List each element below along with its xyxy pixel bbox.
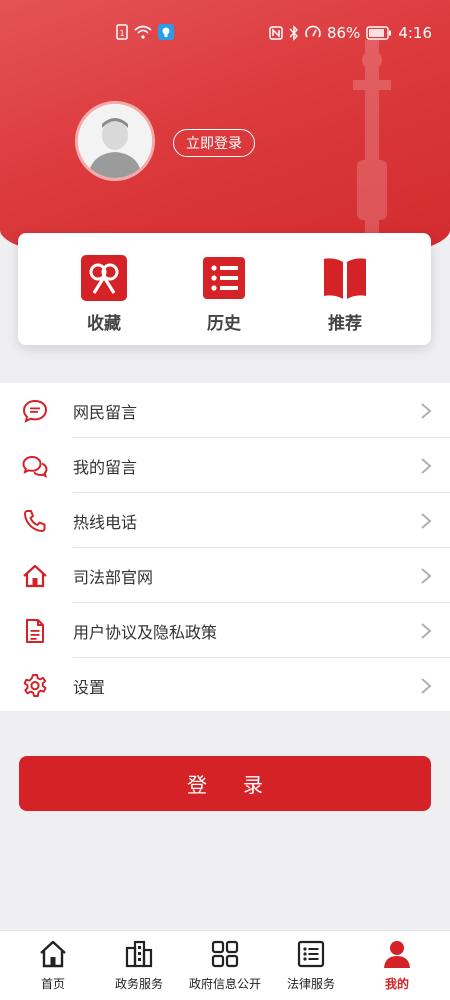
battery-percent: 86% [326,24,361,42]
menu-item-settings[interactable]: 设置 [0,658,450,713]
ribbon-icon [81,255,127,301]
nav-tab-mine[interactable]: 我的 [352,939,442,992]
quick-action-label: 收藏 [87,314,121,334]
menu-item-label: 热线电话 [73,513,138,532]
nav-tab-legal-services[interactable]: 法律服务 [266,939,356,992]
chat-bubbles-icon [22,455,48,478]
menu-item-label: 设置 [73,678,106,697]
svg-text:1: 1 [119,29,124,38]
settings-menu: 网民留言 我的留言 热线电话 司法部官网 用户协议及隐私政策 设置 [0,383,450,711]
menu-item-label: 我的留言 [73,458,138,477]
bluetooth-icon [289,25,299,41]
app-notification-icon [158,24,174,40]
nav-tab-home[interactable]: 首页 [8,939,98,992]
chevron-right-icon [421,568,432,584]
gear-icon [23,674,47,697]
pillar-decoration [353,40,391,260]
home-icon [40,940,66,968]
menu-item-label: 司法部官网 [73,568,154,587]
nav-tab-gov-info-disclosure[interactable]: 政府信息公开 [180,939,270,992]
building-icon [125,940,153,968]
list-icon [297,940,325,968]
menu-item-hotline[interactable]: 热线电话 [0,493,450,548]
login-link[interactable]: 立即登录 [173,129,255,157]
chevron-right-icon [421,403,432,419]
quick-actions-card: 收藏 历史 推荐 [18,233,431,345]
book-icon [322,255,368,301]
chevron-right-icon [421,513,432,529]
nav-tab-label: 政务服务 [114,977,163,991]
nfc-icon [269,26,283,40]
default-avatar-icon [78,104,152,178]
menu-item-my-messages[interactable]: 我的留言 [0,438,450,493]
sim-icon: 1 [116,24,128,40]
user-icon [384,941,410,968]
chevron-right-icon [421,458,432,474]
home-icon [23,564,47,588]
chevron-right-icon [421,623,432,639]
quick-action-recommend[interactable]: 推荐 [300,255,390,334]
quick-action-history[interactable]: 历史 [179,255,269,334]
nav-tab-label: 首页 [40,977,65,991]
menu-item-netizen-message[interactable]: 网民留言 [0,383,450,438]
grid-icon [211,940,239,968]
menu-item-label: 网民留言 [73,403,138,422]
nav-tab-label: 政府信息公开 [188,977,261,991]
bottom-nav: 首页 政务服务 政府信息公开 法律服务 我的 [0,930,450,1000]
avatar[interactable] [75,101,155,181]
menu-item-user-agreement[interactable]: 用户协议及隐私政策 [0,603,450,658]
battery-icon [366,26,392,40]
list-icon [201,255,247,301]
chevron-right-icon [421,678,432,694]
quick-action-label: 历史 [207,314,241,334]
nav-tab-label: 法律服务 [286,977,335,991]
clock: 4:16 [398,24,432,42]
menu-item-ministry-website[interactable]: 司法部官网 [0,548,450,603]
menu-item-label: 用户协议及隐私政策 [73,623,218,642]
phone-icon [24,510,46,532]
nav-tab-label: 我的 [384,977,409,991]
login-button[interactable]: 登录 [19,756,431,811]
chat-bubble-icon [22,399,48,423]
quick-action-label: 推荐 [328,314,362,334]
quick-action-favorites[interactable]: 收藏 [59,255,149,334]
wifi-icon [134,25,152,39]
nav-tab-government-services[interactable]: 政务服务 [94,939,184,992]
document-icon [26,619,44,643]
status-bar: 1 86% 4:16 [0,0,450,66]
data-saver-icon [305,25,321,41]
